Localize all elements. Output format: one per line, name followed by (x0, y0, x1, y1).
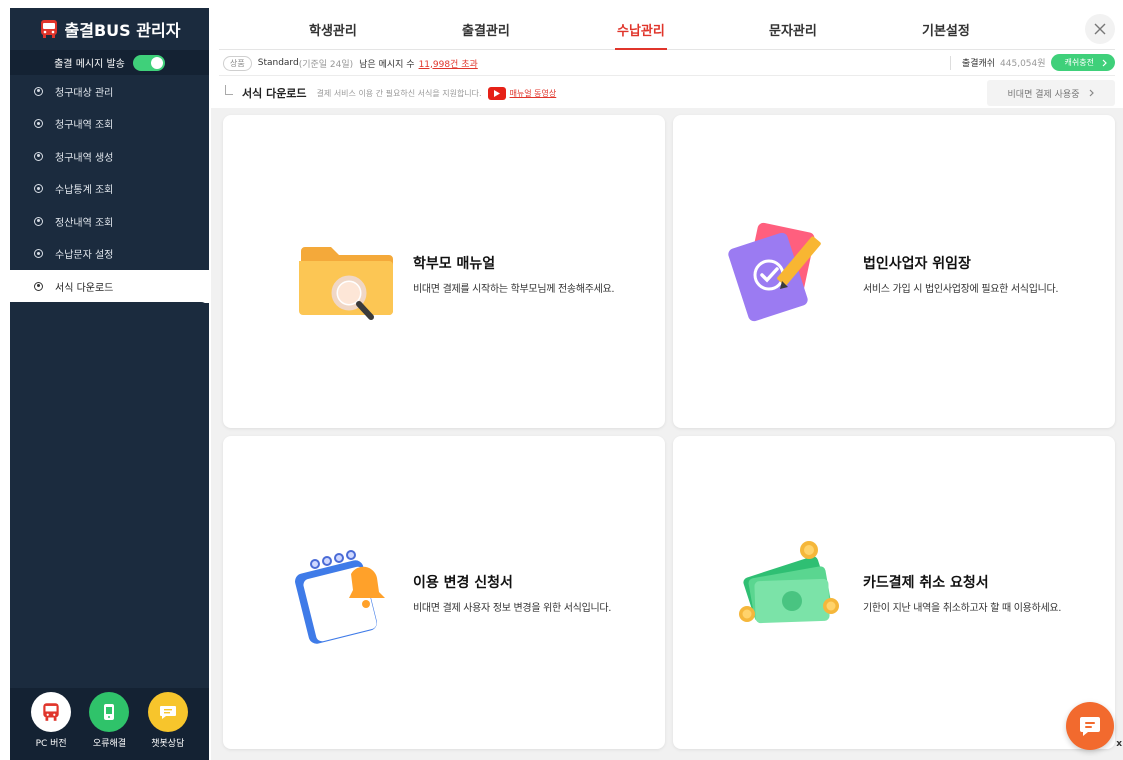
youtube-icon (487, 86, 506, 100)
brand-logo[interactable]: 출결BUS 관리자 (10, 8, 209, 50)
close-button[interactable] (1085, 14, 1115, 44)
nonface-payment-button[interactable]: 비대면 결제 사용중 (987, 80, 1115, 106)
tab-basic-settings[interactable]: 기본설정 (922, 8, 970, 50)
card-description: 비대면 결제 사용자 정보 변경을 위한 서식입니다. (413, 603, 612, 614)
quick-link-label: 챗봇상담 (151, 739, 185, 749)
message-toggle-label: 출결 메시지 발송 (54, 59, 125, 70)
form-download-content: 학부모 매뉴얼 비대면 결제를 시작하는 학부모님께 전송해주세요. 법인사업자… (211, 108, 1123, 760)
message-toggle-switch[interactable] (132, 54, 165, 71)
bus-icon (31, 692, 72, 732)
sidebar-item-label: 수납문자 설정 (55, 250, 114, 262)
folder-search-icon (299, 247, 393, 320)
card-title: 카드결제 취소 요청서 (863, 575, 989, 591)
chevron-right-icon (1090, 89, 1095, 97)
sidebar-item-label: 청구내역 조회 (55, 120, 114, 132)
nonface-payment-label: 비대면 결제 사용중 (1007, 89, 1080, 100)
sidebar: 출결BUS 관리자 출결 메시지 발송 청구대상 관리 청구내역 조회 청구내역… (10, 8, 209, 760)
sidebar-item-label: 정산내역 조회 (55, 217, 114, 229)
sidebar-item-billing-create[interactable]: 청구내역 생성 (10, 140, 209, 173)
quick-link-label: 오류해결 (92, 739, 127, 749)
top-navigation: 학생관리 출결관리 수납관리 문자관리 기본설정 (219, 8, 1115, 50)
tab-label: 기본설정 (922, 23, 970, 39)
chat-bubble-icon (147, 692, 188, 732)
chevron-right-icon (1102, 59, 1107, 66)
tab-label: 출결관리 (462, 23, 510, 39)
quick-link-label: PC 버전 (35, 739, 67, 749)
sidebar-item-billing-history[interactable]: 청구내역 조회 (10, 108, 209, 141)
brand-title: 출결BUS 관리자 (64, 21, 181, 40)
radio-icon (34, 119, 43, 129)
card-parent-manual[interactable]: 학부모 매뉴얼 비대면 결제를 시작하는 학부모님께 전송해주세요. (223, 115, 665, 428)
radio-icon (34, 249, 43, 259)
sidebar-item-label: 서식 다운로드 (55, 282, 114, 294)
card-title: 학부모 매뉴얼 (413, 256, 496, 272)
phone-fix-icon (89, 692, 130, 732)
remaining-value-link[interactable]: 11,998건 초과 (419, 57, 478, 70)
radio-icon (34, 151, 43, 161)
document-pencil-icon (728, 222, 821, 322)
card-title: 이용 변경 신청서 (413, 575, 513, 591)
chat-bubble-icon (1080, 717, 1100, 736)
card-description: 기한이 지난 내역을 취소하고자 할 때 이용하세요. (863, 603, 1062, 614)
tab-label: 문자관리 (769, 23, 817, 39)
bus-logo-icon (40, 20, 57, 38)
remaining-label: 남은 메시지 수 (359, 59, 415, 70)
sidebar-item-payment-sms[interactable]: 수납문자 설정 (10, 238, 209, 271)
cash-charge-label: 캐쉬충전 (1064, 58, 1094, 67)
section-header: 서식 다운로드 결제 서비스 이용 간 필요하신 서식을 지원합니다. 매뉴얼 … (219, 78, 1115, 108)
quick-link-pc-version[interactable]: PC 버전 (31, 692, 72, 749)
radio-icon (34, 86, 43, 96)
plan-name: Standard (257, 58, 299, 68)
card-payment-cancel[interactable]: 카드결제 취소 요청서 기한이 지난 내역을 취소하고자 할 때 이용하세요. (673, 436, 1115, 749)
divider (949, 55, 951, 70)
tab-label: 수납관리 (617, 23, 665, 39)
radio-icon (34, 281, 43, 291)
radio-icon (34, 216, 43, 226)
card-usage-change[interactable]: 이용 변경 신청서 비대면 결제 사용자 정보 변경을 위한 서식입니다. (223, 436, 665, 749)
card-description: 서비스 가입 시 법인사업장에 필요한 서식입니다. (863, 284, 1059, 295)
plan-info-bar: 상품 Standard (기준일 24일) 남은 메시지 수 11,998건 초… (219, 51, 1115, 76)
message-toggle-row: 출결 메시지 발송 (10, 50, 209, 75)
close-icon (1094, 23, 1106, 35)
tab-student-management[interactable]: 학생관리 (309, 8, 357, 50)
plan-note: (기준일 24일) (298, 59, 354, 70)
card-title: 법인사업자 위임장 (863, 256, 971, 272)
card-corporate-attorney[interactable]: 법인사업자 위임장 서비스 가입 시 법인사업장에 필요한 서식입니다. (673, 115, 1115, 428)
sidebar-item-label: 청구내역 생성 (55, 152, 114, 164)
sidebar-item-label: 청구대상 관리 (55, 87, 114, 99)
tree-elbow-icon (225, 85, 233, 95)
sidebar-item-billing-target[interactable]: 청구대상 관리 (10, 75, 209, 108)
dismiss-chat-x[interactable]: x (1116, 739, 1122, 749)
cash-label: 출결캐쉬 (961, 59, 996, 69)
cash-charge-button[interactable]: 캐쉬충전 (1050, 54, 1115, 71)
sidebar-item-settlement[interactable]: 정산내역 조회 (10, 205, 209, 238)
section-title: 서식 다운로드 (242, 87, 307, 100)
sidebar-item-form-download[interactable]: 서식 다운로드 (10, 270, 209, 303)
section-description: 결제 서비스 이용 간 필요하신 서식을 지원합니다. (316, 88, 482, 98)
card-text: 이용 변경 신청서 비대면 결제 사용자 정보 변경을 위한 서식입니다. (413, 572, 611, 614)
cash-info: 출결캐쉬 445,054원 캐쉬충전 (949, 54, 1115, 71)
plan-badge: 상품 (223, 55, 252, 71)
radio-icon (34, 184, 43, 194)
card-text: 법인사업자 위임장 서비스 가입 시 법인사업장에 필요한 서식입니다. (863, 253, 1059, 295)
money-coins-icon (739, 541, 839, 624)
manual-video-link[interactable]: 매뉴얼 동영상 (510, 88, 557, 99)
sidebar-menu: 청구대상 관리 청구내역 조회 청구내역 생성 수납통계 조회 정산내역 조회 … (10, 75, 209, 303)
chat-button[interactable] (1066, 702, 1114, 750)
card-text: 카드결제 취소 요청서 기한이 지난 내역을 취소하고자 할 때 이용하세요. (863, 572, 1061, 614)
sidebar-quick-links: PC 버전 오류해결 챗봇상담 (10, 688, 209, 760)
sidebar-item-payment-stats[interactable]: 수납통계 조회 (10, 173, 209, 206)
cash-value: 445,054원 (1000, 59, 1046, 69)
tab-attendance-management[interactable]: 출결관리 (462, 8, 510, 50)
card-description: 비대면 결제를 시작하는 학부모님께 전송해주세요. (413, 284, 615, 295)
notepad-bell-icon (295, 550, 385, 644)
sidebar-item-label: 수납통계 조회 (55, 185, 114, 197)
tab-payment-management[interactable]: 수납관리 (615, 8, 667, 50)
card-text: 학부모 매뉴얼 비대면 결제를 시작하는 학부모님께 전송해주세요. (413, 253, 615, 295)
tab-label: 학생관리 (309, 23, 357, 39)
quick-link-error-fix[interactable]: 오류해결 (89, 692, 130, 749)
quick-link-chatbot[interactable]: 챗봇상담 (147, 692, 188, 749)
tab-sms-management[interactable]: 문자관리 (769, 8, 817, 50)
